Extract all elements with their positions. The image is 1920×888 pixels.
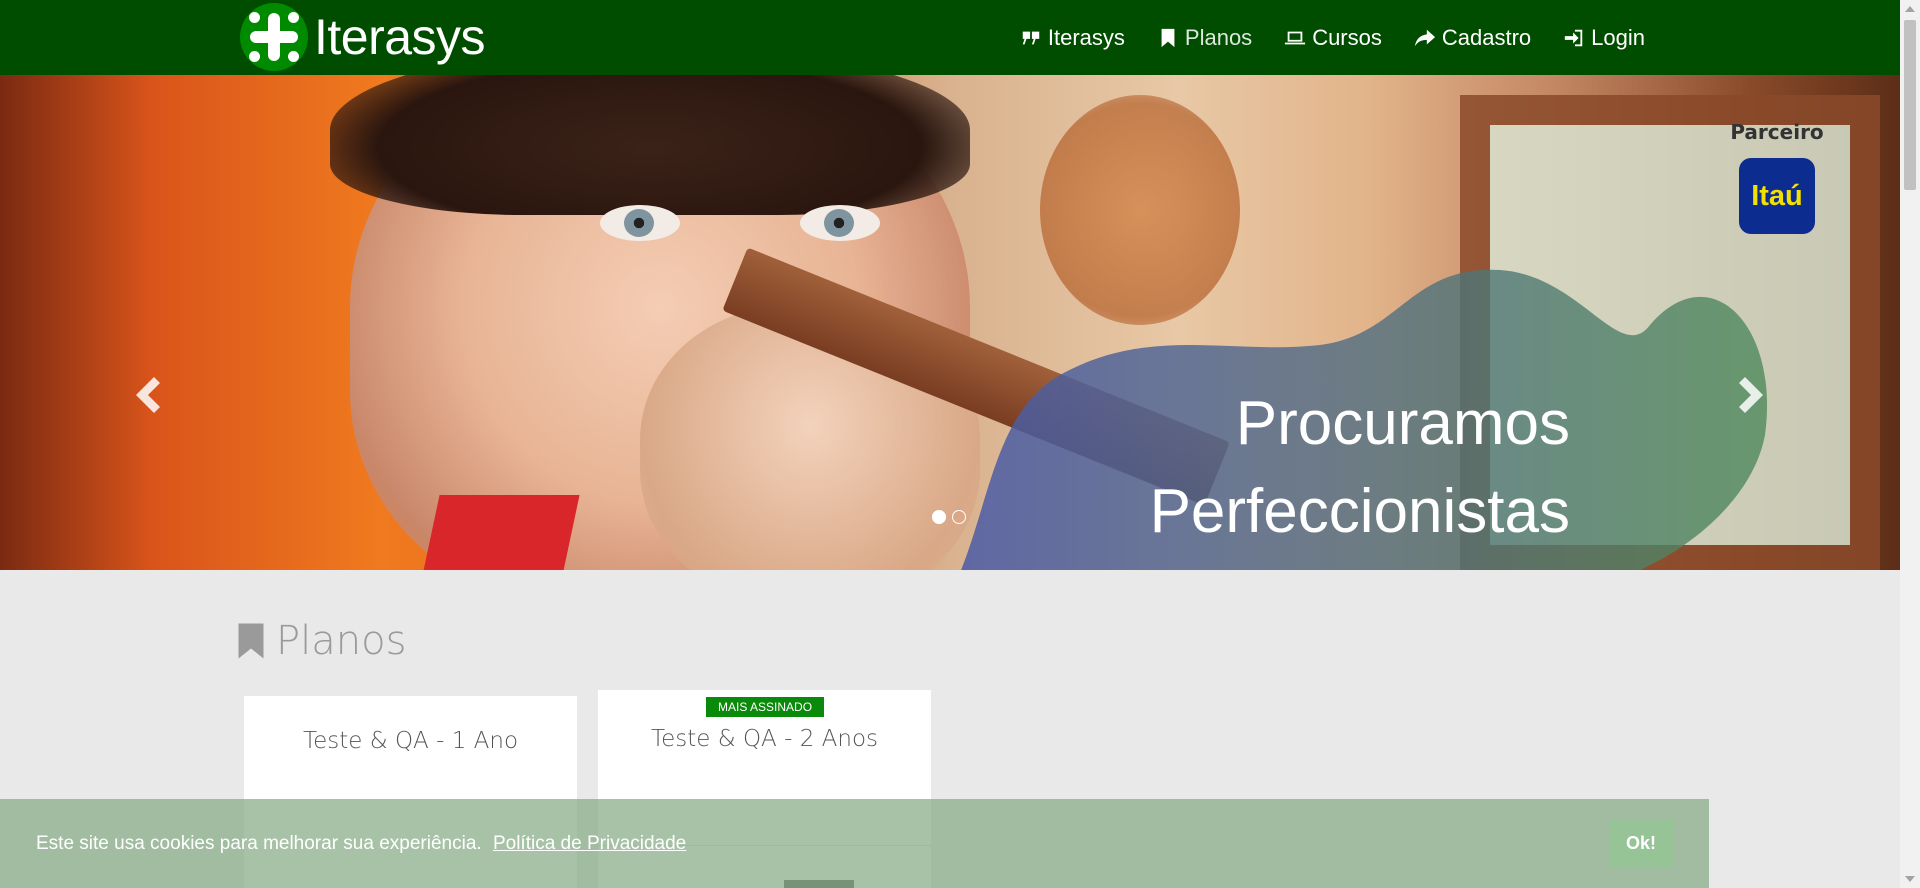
chevron-right-icon: [1739, 377, 1763, 413]
laptop-icon: [1285, 31, 1306, 44]
nav-item-label: Cursos: [1312, 24, 1382, 50]
plan-name: Teste & QA - 1 Ano: [302, 728, 519, 754]
nav-item-label: Cadastro: [1441, 24, 1532, 50]
cookie-consent-bar: Este site usa cookies para melhorar sua …: [0, 799, 1709, 888]
hero-image-eye: [600, 205, 680, 241]
chevron-left-icon: [136, 377, 160, 413]
scroll-up-icon[interactable]: [1905, 6, 1915, 12]
bookmark-icon: [1161, 28, 1175, 47]
nav-item-label: Planos: [1184, 24, 1253, 50]
section-title-text: Planos: [276, 618, 407, 664]
carousel-indicator-2[interactable]: [952, 510, 966, 524]
nav-links: Iterasys Planos Cursos Cadastro Login: [1020, 0, 1645, 75]
share-icon: [1414, 29, 1435, 46]
nav-item-iterasys[interactable]: Iterasys: [1020, 25, 1125, 51]
brand-logo-icon: [240, 3, 308, 71]
privacy-policy-link[interactable]: Política de Privacidade: [493, 833, 686, 854]
cookie-message: Este site usa cookies para melhorar sua …: [36, 833, 686, 855]
carousel-indicators: [932, 510, 966, 524]
itau-logo-text: Itaú: [1751, 179, 1803, 212]
nav-item-cadastro[interactable]: Cadastro: [1414, 25, 1531, 51]
section-title-planos: Planos: [236, 618, 406, 664]
most-subscribed-badge: MAIS ASSINADO: [706, 697, 825, 717]
partner-label: Parceiro: [1730, 120, 1824, 144]
hero-title: Procuramos Perfeccionistas: [1150, 380, 1570, 556]
nav-item-label: Login: [1591, 24, 1645, 50]
hero-carousel: Procuramos Perfeccionistas Parceiro Itaú: [0, 75, 1900, 570]
page-scrollbar[interactable]: [1900, 0, 1920, 888]
nav-item-planos[interactable]: Planos: [1157, 25, 1252, 51]
nav-item-cursos[interactable]: Cursos: [1284, 25, 1382, 51]
sign-in-icon: [1564, 29, 1583, 46]
scrollbar-thumb[interactable]: [1904, 20, 1916, 190]
cookie-ok-button[interactable]: Ok!: [1609, 819, 1673, 867]
hero-title-line2: Perfeccionistas: [1149, 477, 1570, 546]
plan-name: Teste & QA - 2 Anos: [650, 726, 879, 752]
cookie-text: Este site usa cookies para melhorar sua …: [36, 833, 482, 854]
itau-logo[interactable]: Itaú: [1739, 158, 1815, 234]
quote-icon: [1022, 31, 1040, 44]
brand[interactable]: Iterasys: [240, 3, 486, 71]
carousel-prev-button[interactable]: [130, 375, 164, 420]
nav-item-label: Iterasys: [1047, 24, 1125, 50]
hero-image-eye: [800, 205, 880, 241]
partner-block: Parceiro Itaú: [1712, 120, 1842, 234]
hero-image-hair: [330, 75, 970, 215]
nav-item-login[interactable]: Login: [1563, 25, 1645, 51]
brand-name: Iterasys: [314, 9, 486, 65]
carousel-next-button[interactable]: [1735, 375, 1769, 420]
navbar: Iterasys Iterasys Planos Cursos Cadastro…: [0, 0, 1900, 75]
bookmark-icon: [238, 623, 264, 659]
carousel-indicator-1[interactable]: [932, 510, 946, 524]
scroll-down-icon[interactable]: [1905, 876, 1915, 882]
hero-image-shirt: [420, 495, 580, 570]
hero-title-line1: Procuramos: [1235, 389, 1570, 458]
